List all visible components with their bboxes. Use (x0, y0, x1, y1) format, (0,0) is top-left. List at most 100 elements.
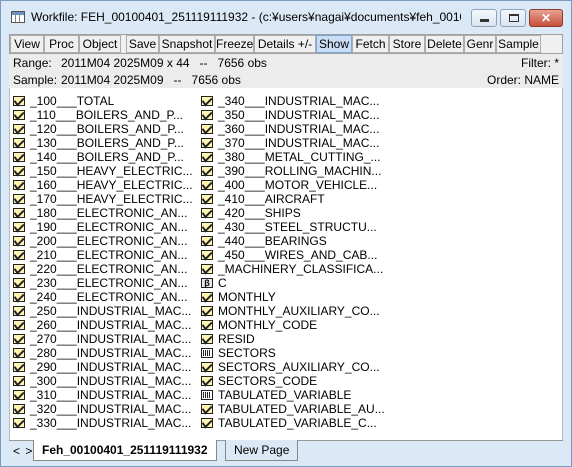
tab-feh-page[interactable]: Feh_00100401_251119111932 (33, 440, 217, 461)
object-item[interactable]: _420___SHIPS (198, 206, 388, 220)
fetch-button[interactable]: Fetch (352, 35, 389, 53)
object-item[interactable]: _450___WIRES_AND_CAB... (198, 248, 388, 262)
view-button[interactable]: View (10, 35, 44, 53)
object-item[interactable]: _270___INDUSTRIAL_MAC... (10, 332, 198, 346)
object-item[interactable]: _430___STEEL_STRUCTU... (198, 220, 388, 234)
object-item[interactable]: _190___ELECTRONIC_AN... (10, 220, 198, 234)
object-list: _100___TOTAL _110___BOILERS_AND_P... _120_… (9, 88, 563, 440)
minimize-icon (480, 19, 489, 22)
object-item[interactable]: _100___TOTAL (10, 94, 198, 108)
object-name: C (218, 276, 227, 290)
object-item[interactable]: βC (198, 276, 388, 290)
object-item[interactable]: _230___ELECTRONIC_AN... (10, 276, 198, 290)
series-icon (13, 194, 25, 204)
minimize-button[interactable] (471, 9, 497, 27)
alpha-icon (201, 390, 213, 400)
snapshot-button[interactable]: Snapshot (159, 35, 215, 53)
object-item[interactable]: _210___ELECTRONIC_AN... (10, 248, 198, 262)
object-item[interactable]: _220___ELECTRONIC_AN... (10, 262, 198, 276)
title-bar[interactable]: Workfile: FEH_00100401_251119111932 - (c… (1, 1, 571, 33)
object-item[interactable]: MONTHLY (198, 290, 388, 304)
object-item[interactable]: _410___AIRCRAFT (198, 192, 388, 206)
object-item[interactable]: _140___BOILERS_AND_P... (10, 150, 198, 164)
object-item[interactable]: TABULATED_VARIABLE (198, 388, 388, 402)
filter-label[interactable]: Filter: * (521, 56, 559, 70)
page-tab-bar: < > Feh_00100401_251119111932 New Page (9, 440, 563, 462)
object-item[interactable]: _360___INDUSTRIAL_MAC... (198, 122, 388, 136)
series-icon (13, 348, 25, 358)
range-value[interactable]: 2011M04 2025M09 x 44 -- 7656 obs (61, 56, 267, 70)
object-item[interactable]: SECTORS_AUXILIARY_CO... (198, 360, 388, 374)
close-button[interactable]: ✕ (529, 9, 563, 27)
series-icon (201, 208, 213, 218)
object-item[interactable]: _330___INDUSTRIAL_MAC... (10, 416, 198, 430)
object-name: SECTORS (218, 346, 276, 360)
object-item[interactable]: TABULATED_VARIABLE_AU... (198, 402, 388, 416)
object-item[interactable]: TABULATED_VARIABLE_C... (198, 416, 388, 430)
tab-scroll-arrows[interactable]: < > (13, 444, 33, 458)
object-name: _210___ELECTRONIC_AN... (30, 248, 188, 262)
proc-button[interactable]: Proc (44, 35, 79, 53)
object-name: _320___INDUSTRIAL_MAC... (30, 402, 192, 416)
object-item[interactable]: _200___ELECTRONIC_AN... (10, 234, 198, 248)
object-item[interactable]: _150___HEAVY_ELECTRIC... (10, 164, 198, 178)
object-item[interactable]: _280___INDUSTRIAL_MAC... (10, 346, 198, 360)
maximize-button[interactable] (500, 9, 526, 27)
object-name: _230___ELECTRONIC_AN... (30, 276, 188, 290)
object-item[interactable]: SECTORS_CODE (198, 374, 388, 388)
order-label[interactable]: Order: NAME (487, 73, 559, 87)
series-icon (13, 180, 25, 190)
sample-label: Sample: (13, 73, 58, 87)
delete-button[interactable]: Delete (425, 35, 464, 53)
object-item[interactable]: _370___INDUSTRIAL_MAC... (198, 136, 388, 150)
genr-button[interactable]: Genr (464, 35, 496, 53)
object-name: _430___STEEL_STRUCTU... (218, 220, 377, 234)
object-button[interactable]: Object (79, 35, 121, 53)
save-button[interactable]: Save (126, 35, 159, 53)
object-item[interactable]: _170___HEAVY_ELECTRIC... (10, 192, 198, 206)
object-item[interactable]: _180___ELECTRONIC_AN... (10, 206, 198, 220)
object-column-left: _100___TOTAL _110___BOILERS_AND_P... _120_… (10, 94, 198, 430)
object-item[interactable]: _120___BOILERS_AND_P... (10, 122, 198, 136)
object-item[interactable]: _380___METAL_CUTTING_... (198, 150, 388, 164)
object-item[interactable]: _130___BOILERS_AND_P... (10, 136, 198, 150)
object-item[interactable]: SECTORS (198, 346, 388, 360)
series-icon (201, 124, 213, 134)
object-column-right: _340___INDUSTRIAL_MAC... _350___INDUSTRIA… (198, 94, 388, 430)
object-item[interactable]: _260___INDUSTRIAL_MAC... (10, 318, 198, 332)
object-item[interactable]: _310___INDUSTRIAL_MAC... (10, 388, 198, 402)
object-item[interactable]: _240___ELECTRONIC_AN... (10, 290, 198, 304)
series-icon (13, 96, 25, 106)
freeze-button[interactable]: Freeze (215, 35, 254, 53)
object-item[interactable]: _110___BOILERS_AND_P... (10, 108, 198, 122)
show-button[interactable]: Show (316, 35, 352, 53)
object-item[interactable]: _300___INDUSTRIAL_MAC... (10, 374, 198, 388)
object-item[interactable]: _320___INDUSTRIAL_MAC... (10, 402, 198, 416)
object-name: _140___BOILERS_AND_P... (30, 150, 184, 164)
object-item[interactable]: _390___ROLLING_MACHIN... (198, 164, 388, 178)
object-item[interactable]: _290___INDUSTRIAL_MAC... (10, 360, 198, 374)
object-item[interactable]: _160___HEAVY_ELECTRIC... (10, 178, 198, 192)
object-item[interactable]: RESID (198, 332, 388, 346)
object-name: _MACHINERY_CLASSIFICA... (218, 262, 384, 276)
sample-value[interactable]: 2011M04 2025M09 -- 7656 obs (61, 73, 241, 87)
object-item[interactable]: _340___INDUSTRIAL_MAC... (198, 94, 388, 108)
object-name: SECTORS_CODE (218, 374, 318, 388)
object-item[interactable]: _440___BEARINGS (198, 234, 388, 248)
tab-new-page[interactable]: New Page (225, 440, 299, 461)
object-name: _420___SHIPS (218, 206, 301, 220)
object-item[interactable]: MONTHLY_AUXILIARY_CO... (198, 304, 388, 318)
sample-button[interactable]: Sample (496, 35, 541, 53)
object-item[interactable]: _MACHINERY_CLASSIFICA... (198, 262, 388, 276)
object-name: _120___BOILERS_AND_P... (30, 122, 184, 136)
object-item[interactable]: _250___INDUSTRIAL_MAC... (10, 304, 198, 318)
details-toggle-button[interactable]: Details +/- (254, 35, 316, 53)
object-item[interactable]: _400___MOTOR_VEHICLE... (198, 178, 388, 192)
series-icon (201, 166, 213, 176)
range-label: Range: (13, 56, 52, 70)
store-button[interactable]: Store (389, 35, 425, 53)
object-item[interactable]: MONTHLY_CODE (198, 318, 388, 332)
alpha-icon (201, 348, 213, 358)
object-name: _130___BOILERS_AND_P... (30, 136, 184, 150)
object-item[interactable]: _350___INDUSTRIAL_MAC... (198, 108, 388, 122)
